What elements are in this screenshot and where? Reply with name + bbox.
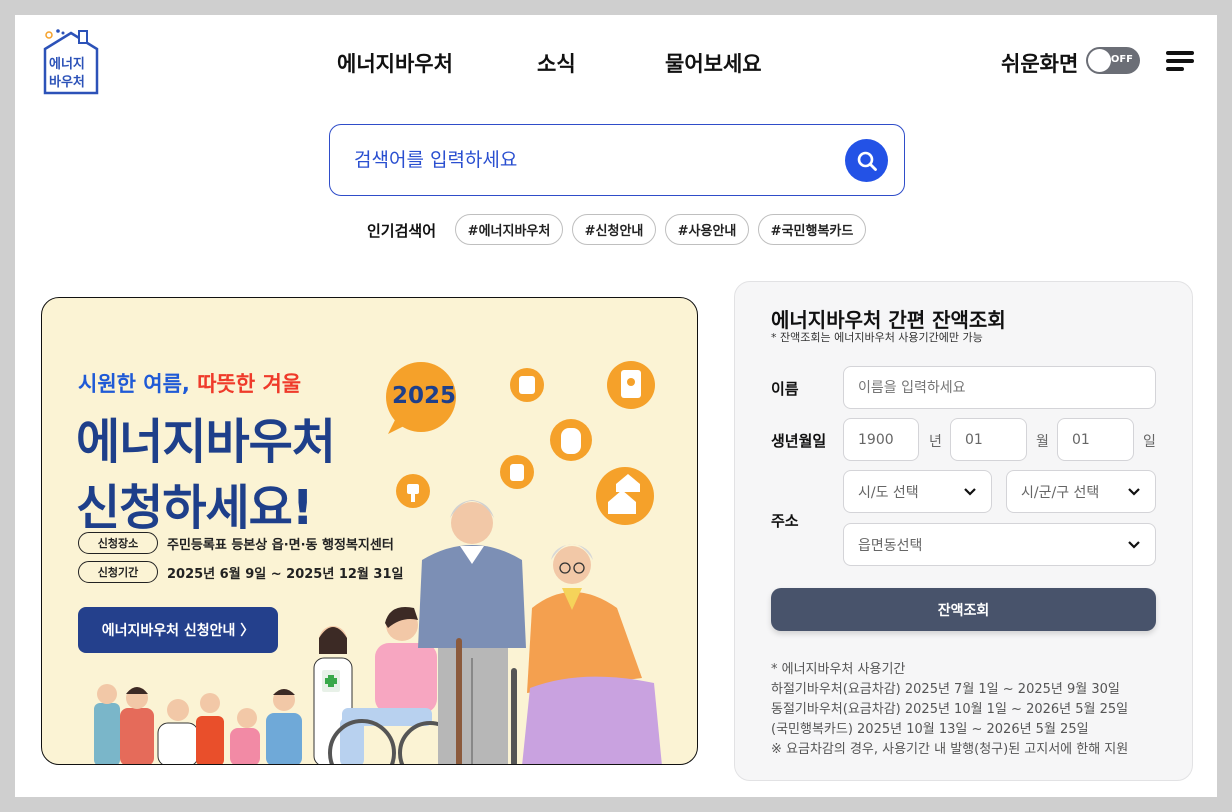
sido-select[interactable]: 시/도 선택 <box>843 470 992 513</box>
popular-tag[interactable]: #국민행복카드 <box>758 214 866 245</box>
crowd-group <box>94 684 302 764</box>
search-button[interactable] <box>845 139 888 182</box>
hamburger-menu-icon[interactable] <box>1166 51 1194 71</box>
day-unit: 일 <box>1143 434 1156 450</box>
search-box <box>329 124 905 196</box>
nav-energy-voucher[interactable]: 에너지바우처 <box>337 48 453 78</box>
balance-note: * 잔액조회는 에너지바우처 사용기간에만 가능 <box>771 331 983 344</box>
popular-tag[interactable]: #에너지바우처 <box>455 214 563 245</box>
birth-label: 생년월일 <box>771 432 827 450</box>
people-illustration <box>94 500 662 764</box>
balance-inquiry-panel: 에너지바우처 간편 잔액조회 * 잔액조회는 에너지바우처 사용기간에만 가능 … <box>734 281 1193 781</box>
name-label: 이름 <box>771 380 799 398</box>
nav-news[interactable]: 소식 <box>537 48 576 78</box>
usage-period-item: (국민행복카드) 2025년 10월 13일 ~ 2026년 5월 25일 <box>771 722 1089 737</box>
grandmother-figure <box>511 544 662 764</box>
toggle-state: OFF <box>1110 54 1133 65</box>
easy-mode-label: 쉬운화면 <box>1001 52 1079 76</box>
toggle-knob <box>1088 49 1111 72</box>
sigungu-select-value: 시/군/구 선택 <box>1021 484 1100 501</box>
chevron-down-icon <box>1128 488 1140 496</box>
birth-month-field[interactable]: 01 <box>950 418 1027 461</box>
sigungu-select[interactable]: 시/군/구 선택 <box>1006 470 1156 513</box>
usage-period-item: 동절기바우처(요금차감) 2025년 10월 1일 ~ 2026년 5월 25일 <box>771 702 1129 717</box>
month-unit: 월 <box>1036 434 1049 450</box>
birth-year-field[interactable]: 1900 <box>843 418 919 461</box>
popular-tag[interactable]: #사용안내 <box>665 214 749 245</box>
logo-text-1: 에너지 <box>49 57 85 72</box>
promo-banner[interactable]: 시원한 여름, 따뜻한 겨울 에너지바우처 신청하세요! 신청장소 주민등록표 … <box>41 297 698 765</box>
page: 에너지 바우처 에너지바우처 소식 물어보세요 쉬운화면 OFF 인기검색어 #… <box>15 15 1217 797</box>
nav-ask[interactable]: 물어보세요 <box>665 48 762 78</box>
search-icon <box>857 151 877 171</box>
popular-keywords-label: 인기검색어 <box>367 222 437 240</box>
usage-period-item: 하절기바우처(요금차감) 2025년 7월 1일 ~ 2025년 9월 30일 <box>771 682 1120 697</box>
chevron-down-icon <box>1128 541 1140 549</box>
birth-day-field[interactable]: 01 <box>1057 418 1134 461</box>
address-label: 주소 <box>771 512 799 530</box>
name-input[interactable] <box>843 366 1156 409</box>
usage-period-note: ※ 요금차감의 경우, 사용기간 내 발행(청구)된 고지서에 한해 지원 <box>771 742 1129 757</box>
sido-select-value: 시/도 선택 <box>858 484 919 501</box>
search-input[interactable] <box>354 145 824 175</box>
eupmyeondong-select[interactable]: 읍면동선택 <box>843 523 1156 566</box>
chevron-down-icon <box>964 488 976 496</box>
usage-period-heading: * 에너지바우처 사용기간 <box>771 662 906 677</box>
eupmyeondong-select-value: 읍면동선택 <box>858 537 923 554</box>
easy-mode-toggle[interactable]: OFF <box>1086 47 1140 74</box>
logo[interactable]: 에너지 바우처 <box>41 27 101 97</box>
logo-text-2: 바우처 <box>49 75 85 90</box>
popular-tag[interactable]: #신청안내 <box>572 214 656 245</box>
balance-submit-button[interactable]: 잔액조회 <box>771 588 1156 631</box>
year-unit: 년 <box>929 434 942 450</box>
